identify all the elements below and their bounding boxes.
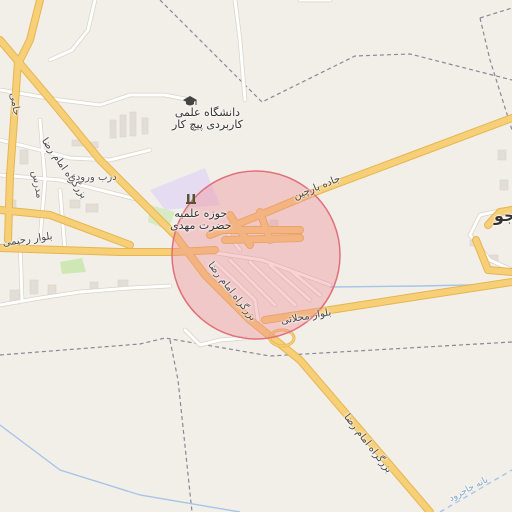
poi-label-seminary[interactable]: حوزه علمیه حضرت مهدی [170, 207, 232, 232]
map-canvas[interactable]: دانشگاه علمی کاربردی پیچ کار حوزه علمیه … [0, 0, 512, 512]
place-label-partial: جو [494, 206, 512, 225]
park-area [60, 258, 86, 274]
map-layer [0, 0, 512, 512]
poi-label-university[interactable]: دانشگاه علمی کاربردی پیچ کار [172, 106, 243, 131]
street-label-darb-vorudi: درب ورودی [68, 172, 117, 183]
